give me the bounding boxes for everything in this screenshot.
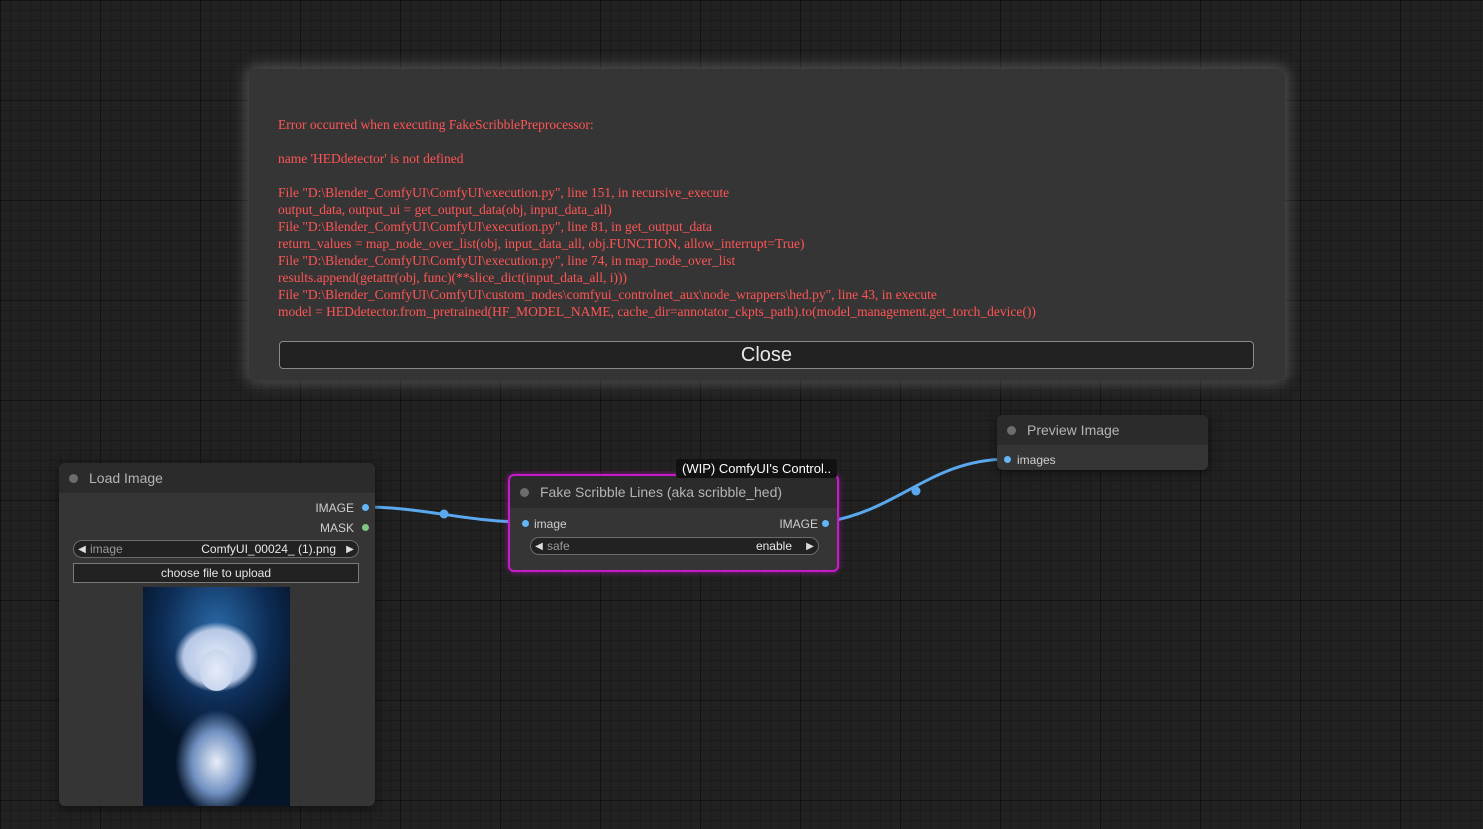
node-title-bar[interactable]: Preview Image (997, 415, 1208, 445)
output-dot-icon[interactable] (362, 504, 369, 511)
collapse-dot-icon[interactable] (1007, 425, 1016, 435)
link-midpoint[interactable] (439, 509, 449, 519)
output-slot-image[interactable]: IMAGE (315, 499, 354, 517)
input-slot-image[interactable]: image (534, 515, 567, 533)
output-dot-icon[interactable] (822, 520, 829, 527)
error-line: return_values = map_node_over_list(obj, … (278, 236, 805, 251)
input-label: images (1017, 453, 1056, 467)
error-line: File "D:\Blender_ComfyUI\ComfyUI\executi… (278, 219, 712, 234)
error-line: Error occurred when executing FakeScribb… (278, 117, 594, 132)
error-message: Error occurred when executing FakeScribb… (278, 116, 1036, 320)
right-arrow-icon[interactable]: ▶ (802, 541, 818, 552)
error-line: output_data, output_ui = get_output_data… (278, 202, 612, 217)
input-label: image (534, 517, 567, 531)
preview-image-node[interactable]: Preview Image images (997, 415, 1208, 470)
error-dialog: Error occurred when executing FakeScribb… (249, 69, 1285, 380)
close-button[interactable]: Close (279, 341, 1254, 369)
error-line: File "D:\Blender_ComfyUI\ComfyUI\executi… (278, 253, 736, 268)
output-label: IMAGE (779, 517, 818, 531)
image-combo-widget[interactable]: ◀ image ComfyUI_00024_ (1).png ▶ (73, 540, 359, 558)
fake-scribble-node[interactable]: Fake Scribble Lines (aka scribble_hed) i… (508, 474, 839, 572)
node-title: Fake Scribble Lines (aka scribble_hed) (540, 484, 783, 500)
input-slot-images[interactable]: images (1017, 451, 1056, 469)
error-line: File "D:\Blender_ComfyUI\ComfyUI\custom_… (278, 287, 937, 302)
output-label: MASK (319, 521, 354, 535)
widget-name: image (90, 542, 123, 556)
node-title-bar[interactable]: Fake Scribble Lines (aka scribble_hed) (510, 476, 837, 508)
safe-combo-widget[interactable]: ◀ safe enable ▶ (530, 537, 819, 555)
left-arrow-icon[interactable]: ◀ (74, 544, 90, 555)
error-line: name 'HEDdetector' is not defined (278, 151, 464, 166)
widget-name: safe (547, 539, 570, 553)
load-image-node[interactable]: Load Image IMAGE MASK ◀ image ComfyUI_00… (59, 463, 375, 806)
error-line: File "D:\Blender_ComfyUI\ComfyUI\executi… (278, 185, 730, 200)
widget-value: ComfyUI_00024_ (1).png (201, 542, 336, 556)
output-dot-icon[interactable] (362, 524, 369, 531)
error-line: results.append(getattr(obj, func)(**slic… (278, 270, 628, 285)
group-label[interactable]: (WIP) ComfyUI's Control.. (676, 459, 838, 478)
output-slot-image[interactable]: IMAGE (779, 515, 818, 533)
right-arrow-icon[interactable]: ▶ (342, 544, 358, 555)
input-dot-icon[interactable] (1004, 456, 1011, 463)
widget-value: enable (755, 539, 792, 553)
image-preview (143, 587, 290, 806)
error-line: model = HEDdetector.from_pretrained(HF_M… (278, 304, 1036, 319)
upload-button[interactable]: choose file to upload (73, 563, 359, 583)
output-slot-mask[interactable]: MASK (320, 519, 354, 537)
output-label: IMAGE (315, 501, 354, 515)
node-title: Load Image (89, 470, 163, 486)
left-arrow-icon[interactable]: ◀ (531, 541, 547, 552)
link-midpoint[interactable] (911, 486, 921, 496)
input-dot-icon[interactable] (522, 520, 529, 527)
node-title-bar[interactable]: Load Image (59, 463, 375, 493)
collapse-dot-icon[interactable] (520, 487, 529, 497)
node-title: Preview Image (1027, 422, 1120, 438)
collapse-dot-icon[interactable] (69, 473, 78, 483)
